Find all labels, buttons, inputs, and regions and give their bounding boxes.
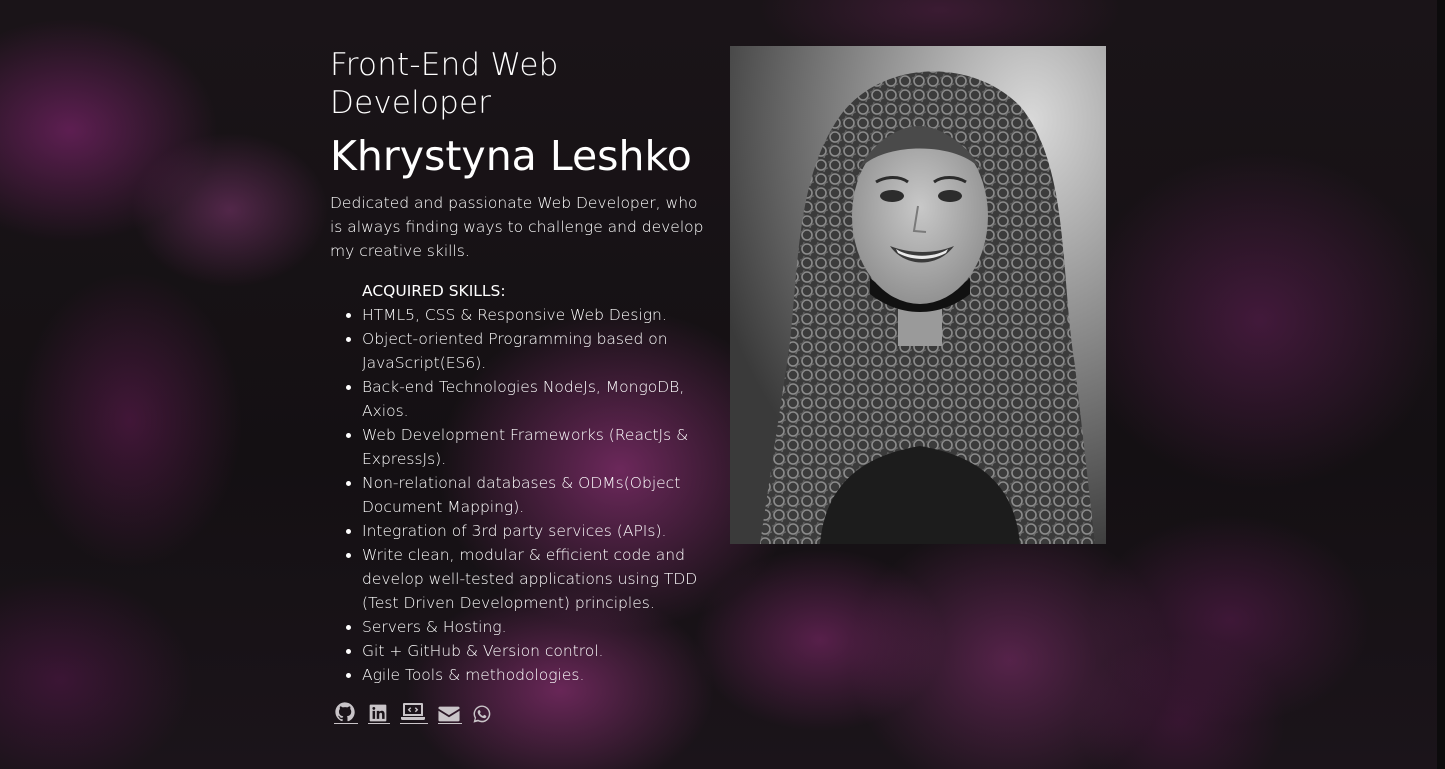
skill-item: Object-oriented Programming based on Jav… xyxy=(362,327,710,375)
flower-background-image xyxy=(0,0,1445,769)
skill-item: Agile Tools & methodologies. xyxy=(362,663,710,687)
envelope-icon xyxy=(438,706,460,722)
skill-item: HTML5, CSS & Responsive Web Design. xyxy=(362,303,710,327)
github-link[interactable] xyxy=(334,701,358,724)
skill-item: Web Development Frameworks (ReactJs & Ex… xyxy=(362,423,710,471)
skills-section: ACQUIRED SKILLS: HTML5, CSS & Responsive… xyxy=(330,279,710,687)
page: Front-End Web Developer Khrystyna Leshko… xyxy=(0,0,1445,769)
skills-heading: ACQUIRED SKILLS: xyxy=(362,282,506,300)
linkedin-link[interactable] xyxy=(368,701,390,724)
whatsapp-link[interactable] xyxy=(472,702,494,724)
profile-photo xyxy=(730,46,1106,544)
skills-list: HTML5, CSS & Responsive Web Design. Obje… xyxy=(362,303,710,687)
skill-item: Servers & Hosting. xyxy=(362,615,710,639)
intro-section: Front-End Web Developer Khrystyna Leshko… xyxy=(330,46,710,724)
social-links xyxy=(330,701,710,724)
whatsapp-icon xyxy=(473,705,491,723)
skill-item: Integration of 3rd party services (APIs)… xyxy=(362,519,710,543)
skill-item: Write clean, modular & efficient code an… xyxy=(362,543,710,615)
linkedin-icon xyxy=(369,704,387,722)
email-link[interactable] xyxy=(438,701,462,724)
developer-name: Khrystyna Leshko xyxy=(330,132,692,180)
skill-item: Git + GitHub & Version control. xyxy=(362,639,710,663)
github-icon xyxy=(335,702,355,722)
skill-item: Back-end Technologies NodeJs, MongoDB, A… xyxy=(362,375,710,423)
portfolio-laptop-icon xyxy=(401,703,425,720)
job-title: Front-End Web Developer xyxy=(330,47,559,121)
page-edge xyxy=(1437,0,1445,769)
skill-item: Non-relational databases & ODMs(Object D… xyxy=(362,471,710,519)
portfolio-link[interactable] xyxy=(400,701,428,724)
bio-text: Dedicated and passionate Web Developer, … xyxy=(330,194,704,260)
